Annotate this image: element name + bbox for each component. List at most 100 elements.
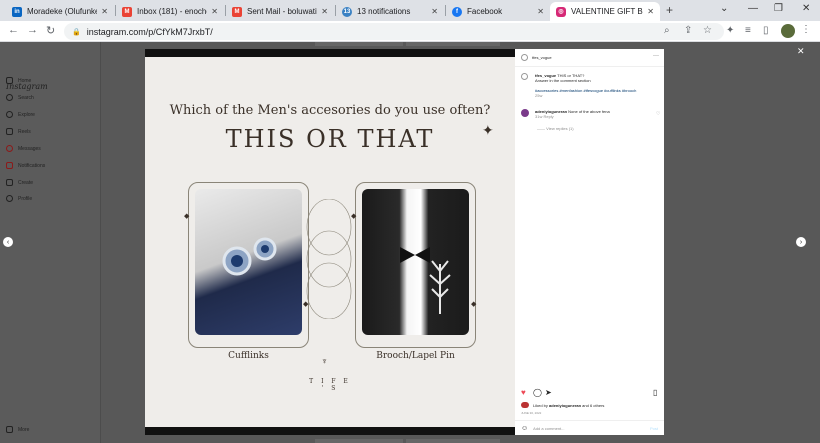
lock-icon: 🔒: [72, 28, 81, 36]
media-control-icon[interactable]: ≡: [745, 25, 751, 36]
close-icon[interactable]: ✕: [797, 46, 805, 57]
comment-meta[interactable]: 31w Reply: [535, 114, 554, 119]
tab-title: 13 notifications: [357, 7, 411, 16]
feed-thumbnail: [315, 42, 403, 46]
messenger-icon: [6, 145, 13, 152]
hamburger-icon: [6, 426, 13, 433]
heart-icon[interactable]: ♥: [521, 388, 526, 397]
forward-arrow-icon[interactable]: →: [27, 24, 38, 36]
tab-instagram[interactable]: ◎ VALENTINE GIFT BOX ✕: [550, 2, 660, 21]
add-comment-input[interactable]: Add a comment...: [533, 426, 650, 431]
close-icon[interactable]: ✕: [431, 7, 438, 16]
facebook-icon: f: [452, 6, 462, 17]
post-username[interactable]: tfes_vogue: [532, 55, 552, 60]
sidebar-item-reels[interactable]: Reels: [6, 128, 31, 135]
reels-icon: [6, 128, 13, 135]
feed-thumbnail: [406, 439, 500, 443]
commenter-avatar[interactable]: [521, 109, 529, 117]
comment-text: None of the above fena: [568, 109, 610, 114]
tab-linkedin[interactable]: in Moradeke (Olufunke) ✕: [6, 2, 114, 21]
share-icon[interactable]: ⇪: [684, 25, 692, 36]
share-icon[interactable]: ➤: [545, 388, 552, 397]
caption-avatar[interactable]: [521, 73, 528, 80]
liker-avatars: [521, 402, 529, 408]
restore-icon[interactable]: ❐: [774, 3, 783, 14]
chevron-down-icon[interactable]: ⌄: [720, 3, 728, 14]
tab-notifications[interactable]: 13 13 notifications ✕: [336, 2, 444, 21]
url-text: instagram.com/p/CfYkM7JrxbT/: [86, 26, 213, 37]
tab-title: Moradeke (Olufunke): [27, 7, 98, 16]
bookmark-star-icon[interactable]: ☆: [703, 25, 712, 36]
feed-thumbnail: [406, 42, 500, 46]
sidebar-item-create[interactable]: Create: [6, 179, 33, 186]
side-panel-icon[interactable]: ▯: [763, 25, 769, 36]
post-panel: tfes_vogue ··· tfes_vogue THIS or THAT? …: [515, 49, 664, 435]
gmail-icon: M: [232, 6, 242, 17]
tab-facebook[interactable]: f Facebook ✕: [446, 2, 550, 21]
back-arrow-icon[interactable]: ←: [8, 24, 19, 36]
tab-title: Inbox (181) - enochon: [137, 7, 207, 16]
liked-by[interactable]: Liked by adeniyioguneran and 6 others: [533, 403, 604, 408]
page-content: Instagram Home Search Explore Reels Mess…: [0, 42, 820, 443]
diamond-ornament: ◆: [351, 213, 357, 220]
extensions-icon[interactable]: ✦: [726, 25, 734, 36]
post-date: JUNE 30, 2022: [521, 411, 542, 415]
comment-like-icon[interactable]: ♡: [656, 111, 660, 117]
add-comment-row: ☺ Add a comment... Post: [515, 420, 664, 435]
brand-logo-icon: ♆: [321, 356, 328, 366]
window-close-icon[interactable]: ✕: [802, 3, 810, 14]
comment-icon[interactable]: ◯: [533, 388, 542, 397]
heart-icon: [6, 162, 13, 169]
post-header: tfes_vogue ···: [515, 49, 664, 67]
caption-hashtags[interactable]: #accessories #menfashion #tfesvogue #cuf…: [535, 88, 636, 93]
left-label: Cufflinks: [228, 351, 269, 361]
sidebar-item-explore[interactable]: Explore: [6, 111, 35, 118]
sidebar-item-more[interactable]: More: [6, 426, 29, 433]
gmail-icon: M: [122, 6, 132, 17]
post-headline: THIS OR THAT: [225, 125, 435, 153]
emoji-icon[interactable]: ☺: [521, 425, 528, 432]
search-icon: [6, 94, 13, 101]
sidebar-item-home[interactable]: Home: [6, 77, 31, 84]
sidebar-item-notifications[interactable]: Notifications: [6, 162, 45, 169]
sidebar-item-profile[interactable]: Profile: [6, 195, 32, 202]
chevron-right-icon[interactable]: ›: [796, 237, 806, 247]
close-icon[interactable]: ✕: [321, 7, 328, 16]
sparkle-icon: ✦: [482, 122, 494, 138]
brand-name: T I F E ' S: [309, 378, 351, 392]
tab-title: VALENTINE GIFT BOX: [571, 7, 643, 16]
search-icon[interactable]: ⌕: [664, 25, 670, 36]
reload-icon[interactable]: ↻: [46, 24, 55, 37]
more-options-icon[interactable]: ···: [653, 53, 659, 59]
image-top-border: [145, 49, 515, 57]
view-replies[interactable]: —— View replies (1): [537, 126, 574, 131]
tab-gmail-sent[interactable]: M Sent Mail - boluwatife ✕: [226, 2, 334, 21]
diamond-ornament: ◆: [184, 213, 190, 220]
feed-thumbnail: [315, 439, 403, 443]
tab-strip: in Moradeke (Olufunke) ✕ M Inbox (181) -…: [0, 0, 820, 21]
url-field[interactable]: 🔒 instagram.com/p/CfYkM7JrxbT/: [64, 23, 724, 40]
address-bar-row: ← → ↻ 🔒 instagram.com/p/CfYkM7JrxbT/ ⌕ ⇪…: [0, 21, 820, 42]
close-icon[interactable]: ✕: [101, 7, 108, 16]
new-tab-button[interactable]: +: [666, 3, 673, 17]
notification-icon: 13: [342, 6, 352, 17]
sidebar-item-messages[interactable]: Messages: [6, 145, 41, 152]
brooch-drawing: [400, 247, 451, 314]
more-menu-icon[interactable]: ⋮: [801, 24, 811, 35]
post-image: Which of the Men's accesories do you use…: [145, 49, 515, 435]
tab-title: Facebook: [467, 7, 503, 16]
close-icon[interactable]: ✕: [537, 7, 544, 16]
chevron-left-icon[interactable]: ‹: [3, 237, 13, 247]
diamond-ornament: ◆: [471, 301, 477, 308]
instagram-icon: ◎: [556, 6, 566, 17]
close-icon[interactable]: ✕: [647, 7, 654, 16]
bookmark-icon[interactable]: ▯: [653, 388, 657, 397]
sidebar-item-search[interactable]: Search: [6, 94, 34, 101]
home-icon: [6, 77, 13, 84]
profile-avatar[interactable]: [781, 24, 795, 38]
minimize-icon[interactable]: —: [748, 3, 758, 14]
avatar[interactable]: [521, 54, 528, 61]
tab-gmail-inbox[interactable]: M Inbox (181) - enochon ✕: [116, 2, 224, 21]
close-icon[interactable]: ✕: [211, 7, 218, 16]
post-comment-button[interactable]: Post: [650, 426, 658, 431]
